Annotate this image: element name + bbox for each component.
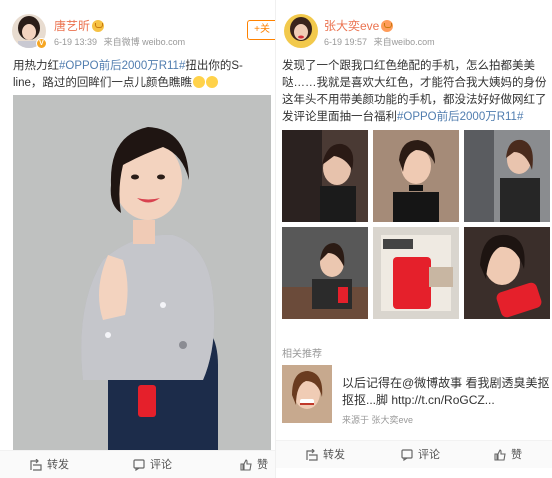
comment-button[interactable]: 评论 (133, 451, 172, 478)
comment-label: 评论 (418, 449, 440, 461)
post-source: 来自weibo.com (373, 37, 435, 47)
post-header: V 唐艺昕 6-19 13:39 来自微博 weibo.com +关 (0, 0, 276, 56)
timestamp[interactable]: 6-19 13:39 (54, 37, 97, 47)
post-source: 来自微博 weibo.com (103, 37, 186, 47)
like-label: 赞 (257, 459, 268, 471)
recommend-title: 相关推荐 (282, 349, 322, 360)
post-header: 张大奕eve 6-19 19:57 来自weibo.com (276, 0, 552, 56)
verified-badge-icon: V (36, 38, 47, 49)
like-button[interactable]: 赞 (240, 451, 268, 478)
comment-icon (401, 449, 413, 462)
repost-label: 转发 (47, 459, 69, 471)
username[interactable]: 张大奕eve (324, 19, 379, 33)
post-text-segment: 用热力红 (13, 60, 59, 72)
recommend-thumbnail[interactable] (282, 365, 332, 423)
crown-icon (381, 20, 394, 32)
comment-button[interactable]: 评论 (401, 441, 440, 469)
like-label: 赞 (511, 449, 522, 461)
post-meta: 6-19 13:39 来自微博 weibo.com (54, 35, 185, 48)
photo-grid-item[interactable] (373, 130, 459, 222)
crown-icon (92, 20, 105, 32)
post-text: 发现了一个跟我口红色绝配的手机，怎么拍都美美哒……我就是喜欢大红色，才能符合我大… (282, 58, 550, 126)
repost-label: 转发 (323, 449, 345, 461)
post-text: 用热力红#OPPO前后2000万R11#扭出你的S-line，路过的回眸们一点儿… (13, 58, 271, 92)
post-photo[interactable] (13, 95, 271, 450)
repost-icon (30, 458, 42, 471)
comment-label: 评论 (150, 459, 172, 471)
like-icon (494, 449, 506, 461)
photo-grid-item[interactable] (282, 227, 368, 319)
photo-grid-item[interactable] (464, 227, 550, 319)
hashtag-link[interactable]: #OPPO前后2000万R11# (59, 60, 185, 72)
photo-grid-item[interactable] (464, 130, 550, 222)
post-meta: 6-19 19:57 来自weibo.com (324, 35, 435, 48)
emoji-icon (205, 76, 218, 88)
emoji-icon (192, 76, 205, 88)
hashtag-link[interactable]: #OPPO前后2000万R11# (397, 111, 523, 123)
like-icon (240, 459, 252, 471)
photo-grid-item[interactable] (373, 227, 459, 319)
photo-grid-item[interactable] (282, 130, 368, 222)
repost-button[interactable]: 转发 (30, 451, 69, 478)
post-action-bar: 转发 评论 赞 (276, 440, 552, 468)
recommend-source: 来源于 张大奕eve (342, 415, 414, 425)
comment-icon (133, 459, 145, 472)
timestamp[interactable]: 6-19 19:57 (324, 37, 367, 47)
like-button[interactable]: 赞 (494, 441, 522, 469)
recommend-card[interactable]: 以后记得在@微博故事 看我剧透臭美抠抠抠...脚 http://t.cn/RoG… (282, 365, 550, 427)
avatar[interactable] (284, 14, 318, 48)
follow-button[interactable]: +关 (247, 20, 276, 40)
repost-icon (306, 448, 318, 461)
username[interactable]: 唐艺昕 (54, 19, 90, 33)
post-action-bar: 转发 评论 赞 (0, 450, 276, 478)
recommend-text[interactable]: 以后记得在@微博故事 看我剧透臭美抠抠抠...脚 http://t.cn/RoG… (342, 375, 552, 409)
repost-button[interactable]: 转发 (306, 441, 345, 469)
weibo-post-left: V 唐艺昕 6-19 13:39 来自微博 weibo.com +关 用热力红#… (0, 0, 276, 478)
